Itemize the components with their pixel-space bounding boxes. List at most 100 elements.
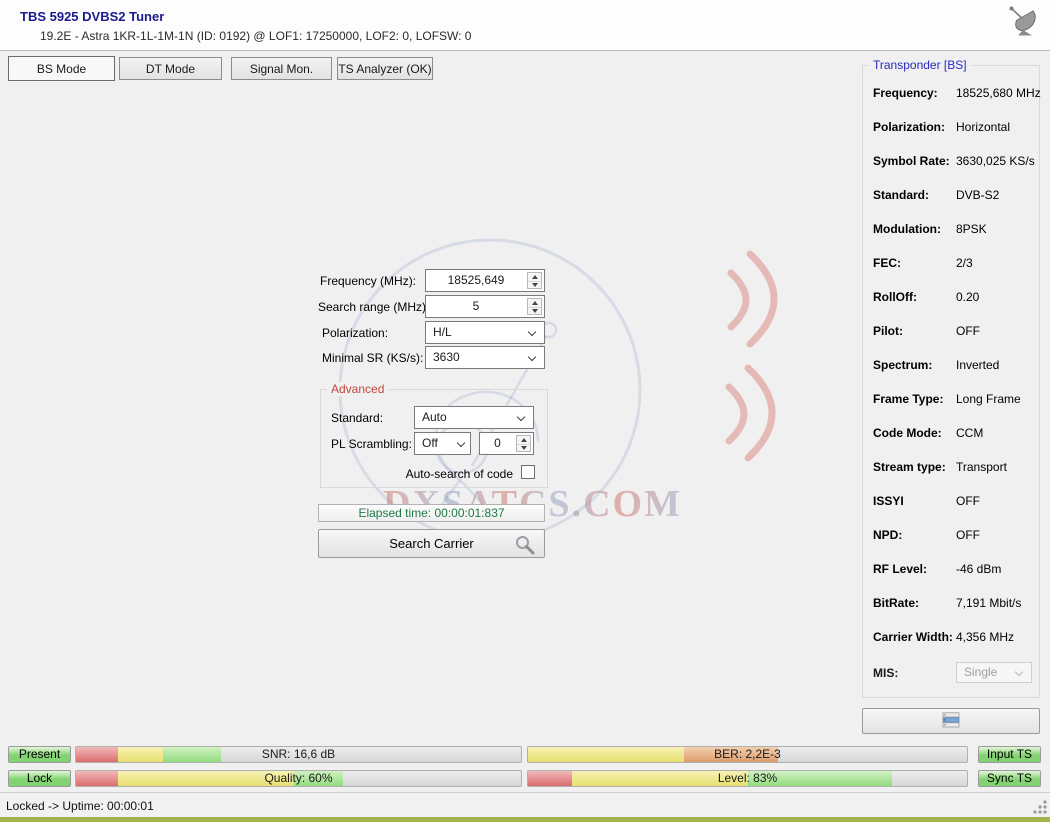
transponder-row: BitRate:7,191 Mbit/s xyxy=(863,586,1039,620)
search-range-input[interactable]: 5 xyxy=(425,295,545,318)
search-icon xyxy=(514,534,536,559)
quality-gauge-label: Quality: 60% xyxy=(76,771,521,786)
chevron-down-icon xyxy=(528,353,536,361)
transponder-row-label: RollOff: xyxy=(873,280,917,314)
transponder-row: Polarization:Horizontal xyxy=(863,110,1039,144)
lock-indicator: Lock xyxy=(8,770,71,787)
transponder-row-value: 0.20 xyxy=(956,280,979,314)
tuner-lnb-info: 19.2E - Astra 1KR-1L-1M-1N (ID: 0192) @ … xyxy=(40,29,471,43)
spin-down-icon[interactable] xyxy=(517,444,530,452)
spin-down-icon[interactable] xyxy=(528,307,541,315)
pl-scrambling-label: PL Scrambling: xyxy=(331,437,412,451)
transponder-row: RollOff: 0.20 xyxy=(863,280,1039,314)
status-text: Locked -> Uptime: 00:00:01 xyxy=(6,799,154,813)
mis-value: Single xyxy=(964,663,997,682)
tab-ts-analyzer-ok[interactable]: TS Analyzer (OK) xyxy=(337,57,433,80)
search-carrier-label: Search Carrier xyxy=(389,536,474,551)
chevron-down-icon xyxy=(528,328,536,336)
pl-code-value: 0 xyxy=(482,433,513,454)
ber-gauge: BER: 2,2E-3 xyxy=(527,746,968,763)
pl-scrambling-select[interactable]: Off xyxy=(414,432,471,455)
polarization-select[interactable]: H/L xyxy=(425,321,545,344)
transponder-row-label: Pilot: xyxy=(873,314,903,348)
transponder-row-value: OFF xyxy=(956,484,980,518)
input-ts-indicator: Input TS xyxy=(978,746,1041,763)
transponder-row: Pilot: OFF xyxy=(863,314,1039,348)
standard-label: Standard: xyxy=(331,411,383,425)
transponder-row-mis: MIS: Single xyxy=(863,662,1039,684)
transponder-row: Frequency: 18525,680 MHz xyxy=(863,76,1039,110)
transponder-row-label: Modulation: xyxy=(873,212,941,246)
frequency-input[interactable]: 18525,649 xyxy=(425,269,545,292)
quality-gauge: Quality: 60% xyxy=(75,770,522,787)
status-bar-accent xyxy=(0,817,1050,822)
chevron-down-icon xyxy=(1015,668,1023,676)
tab-signal-mon[interactable]: Signal Mon. xyxy=(231,57,332,80)
pl-code-input[interactable]: 0 xyxy=(479,432,534,455)
transponder-row-value: 4,356 MHz xyxy=(956,620,1014,654)
tab-dt-mode[interactable]: DT Mode xyxy=(119,57,222,80)
transponder-row-label: Frequency: xyxy=(873,76,938,110)
transponder-row-value: Inverted xyxy=(956,348,999,382)
minimal-sr-select[interactable]: 3630 xyxy=(425,346,545,369)
standard-select[interactable]: Auto xyxy=(414,406,534,429)
resize-grip[interactable] xyxy=(1033,800,1047,814)
search-carrier-button[interactable]: Search Carrier xyxy=(318,529,545,558)
transponder-list-button[interactable] xyxy=(862,708,1040,734)
transponder-panel: Transponder [BS] Frequency:18525,680 MHz… xyxy=(862,65,1040,698)
transponder-row-label: Frame Type: xyxy=(873,382,943,416)
mis-label: MIS: xyxy=(873,662,898,684)
minimal-sr-value: 3630 xyxy=(433,347,460,368)
auto-search-label: Auto-search of code xyxy=(401,467,513,481)
pl-scrambling-value: Off xyxy=(422,433,438,454)
transponder-row-label: Spectrum: xyxy=(873,348,932,382)
transponder-rows: Frequency: 18525,680 MHzPolarization:Hori… xyxy=(863,76,1039,654)
chevron-down-icon xyxy=(457,439,465,447)
transponder-panel-title: Transponder [BS] xyxy=(869,58,971,72)
transponder-row-label: Carrier Width: xyxy=(873,620,953,654)
spin-up-icon[interactable] xyxy=(528,299,541,307)
app-window: TBS 5925 DVBS2 Tuner 19.2E - Astra 1KR-1… xyxy=(0,0,1050,822)
status-bar: Locked -> Uptime: 00:00:01 xyxy=(0,792,1050,822)
auto-search-checkbox[interactable] xyxy=(521,465,535,479)
pl-code-spinner[interactable] xyxy=(516,435,531,452)
polarization-label: Polarization: xyxy=(322,326,388,340)
transponder-row: NPD:OFF xyxy=(863,518,1039,552)
frequency-label: Frequency (MHz): xyxy=(320,274,416,288)
list-icon xyxy=(942,712,960,731)
transponder-row-value: Horizontal xyxy=(956,110,1010,144)
search-range-spinner[interactable] xyxy=(527,298,542,315)
frequency-value: 18525,649 xyxy=(428,270,524,291)
transponder-row-value: 2/3 xyxy=(956,246,973,280)
transponder-row-label: FEC: xyxy=(873,246,901,280)
spin-up-icon[interactable] xyxy=(517,436,530,444)
transponder-row-label: NPD: xyxy=(873,518,902,552)
spin-down-icon[interactable] xyxy=(528,281,541,289)
present-indicator: Present xyxy=(8,746,71,763)
transponder-row: Symbol Rate:3630,025 KS/s xyxy=(863,144,1039,178)
transponder-row: Modulation:8PSK xyxy=(863,212,1039,246)
ber-gauge-label: BER: 2,2E-3 xyxy=(528,747,967,762)
frequency-spinner[interactable] xyxy=(527,272,542,289)
snr-gauge-label: SNR: 16,6 dB xyxy=(76,747,521,762)
transponder-row: Stream type:Transport xyxy=(863,450,1039,484)
transponder-row-label: ISSYI xyxy=(873,484,904,518)
polarization-value: H/L xyxy=(433,322,452,343)
transponder-row-label: Code Mode: xyxy=(873,416,942,450)
transponder-row-value: Transport xyxy=(956,450,1007,484)
transponder-row-value: 18525,680 MHz xyxy=(956,76,1041,110)
header: TBS 5925 DVBS2 Tuner 19.2E - Astra 1KR-1… xyxy=(0,0,1050,51)
advanced-group: Advanced Standard: Auto PL Scrambling: O… xyxy=(320,389,548,488)
transponder-row: Standard:DVB-S2 xyxy=(863,178,1039,212)
transponder-row-label: Standard: xyxy=(873,178,929,212)
transponder-row: RF Level:-46 dBm xyxy=(863,552,1039,586)
mis-select[interactable]: Single xyxy=(956,662,1032,683)
transponder-row-value: Long Frame xyxy=(956,382,1021,416)
sync-ts-indicator: Sync TS xyxy=(978,770,1041,787)
tab-bs-mode[interactable]: BS Mode xyxy=(8,56,115,81)
spin-up-icon[interactable] xyxy=(528,273,541,281)
transponder-row-value: OFF xyxy=(956,314,980,348)
transponder-row-label: BitRate: xyxy=(873,586,919,620)
chevron-down-icon xyxy=(517,413,525,421)
search-range-value: 5 xyxy=(428,296,524,317)
